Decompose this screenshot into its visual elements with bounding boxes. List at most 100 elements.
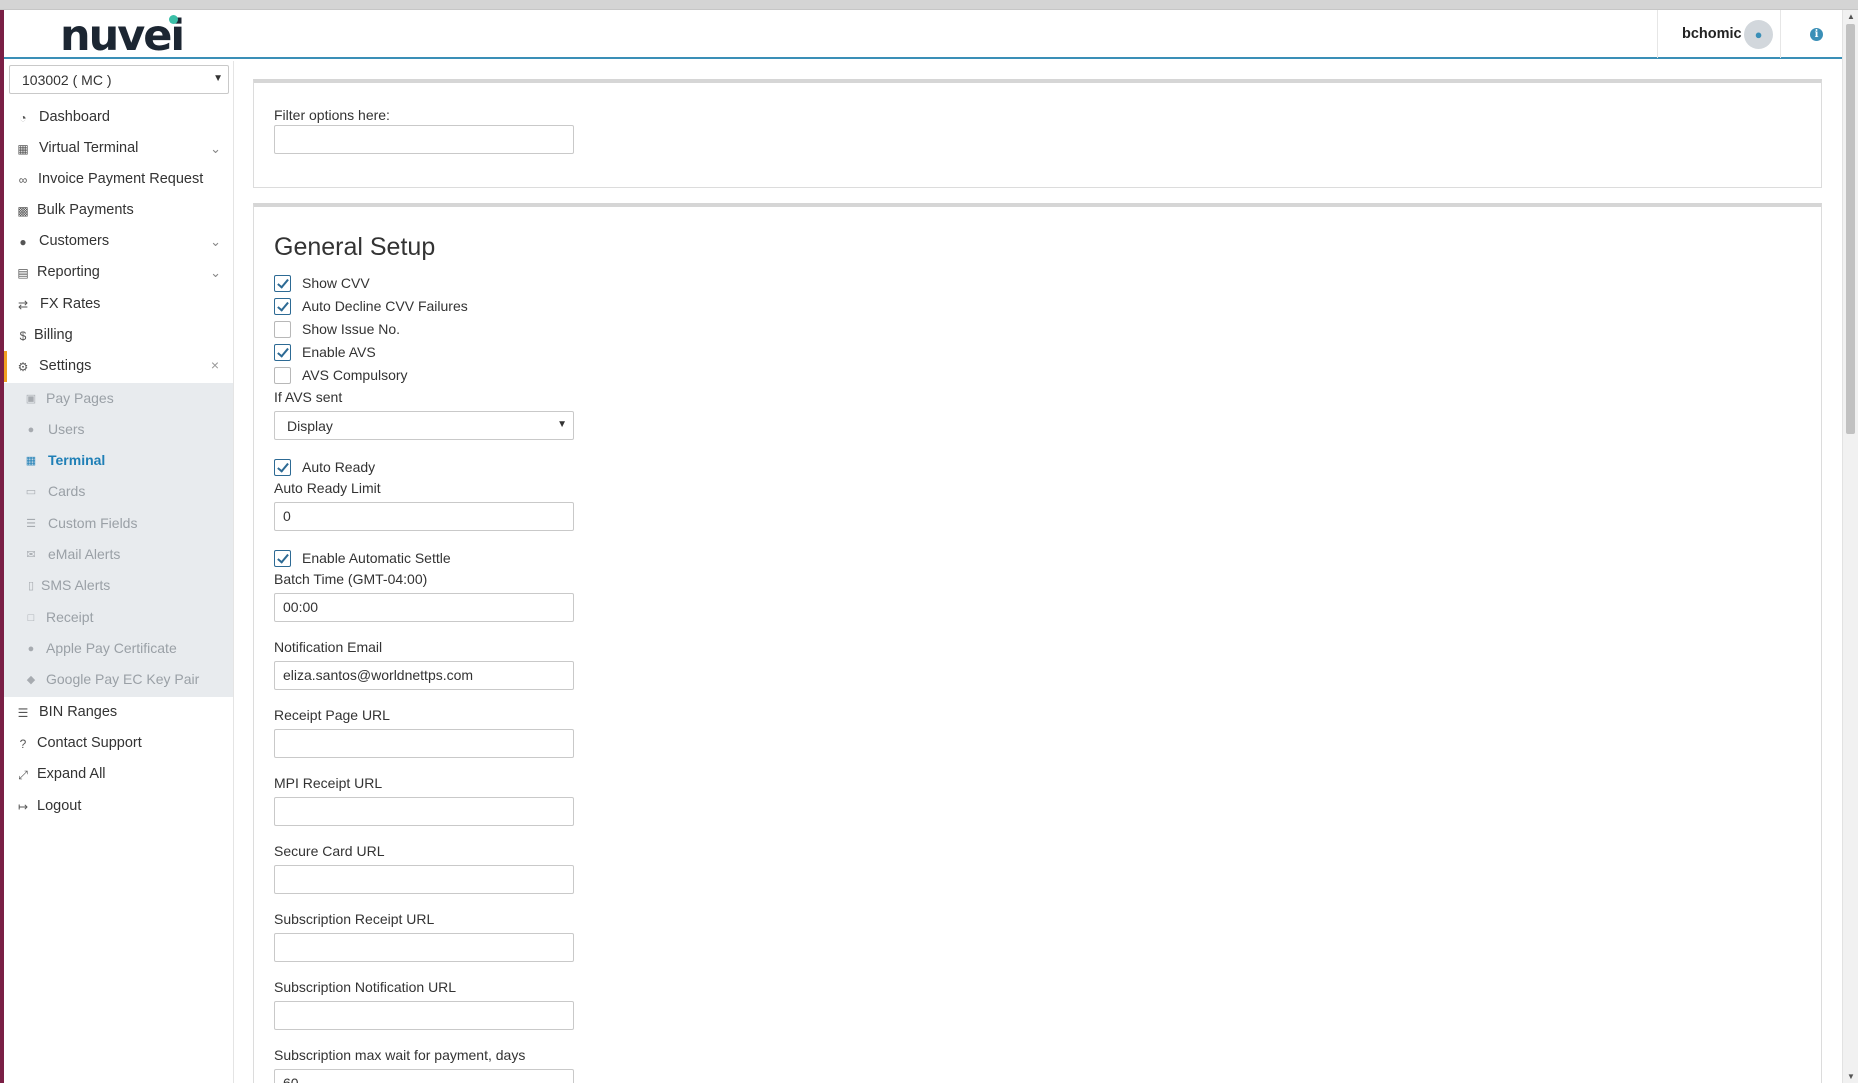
sidebar-item-dashboard[interactable]: ◔ Dashboard [4, 102, 233, 133]
sidebar-subitem-users[interactable]: ● Users [4, 414, 233, 445]
close-icon[interactable]: × [211, 357, 219, 373]
auto-ready-limit-input[interactable]: 0 [274, 502, 574, 531]
sidebar-item-label: Expand All [37, 766, 106, 782]
report-icon: ▤ [17, 266, 29, 280]
username: bchomic [1682, 26, 1742, 42]
show-issue-no-checkbox[interactable] [274, 321, 291, 338]
sidebar-subitem-pay-pages[interactable]: ▣ Pay Pages [4, 383, 233, 414]
envelope-icon: ✉ [26, 549, 36, 561]
sidebar-subitem-label: Terminal [48, 452, 106, 468]
scroll-up-arrow-icon[interactable]: ▲ [1847, 12, 1855, 21]
notification-email-label: Notification Email [274, 639, 383, 655]
notification-email-input[interactable]: eliza.santos@worldnettps.com [274, 661, 574, 690]
sidebar-item-label: Bulk Payments [37, 202, 134, 218]
logout-icon: ↦ [17, 800, 29, 814]
sidebar-item-bulk-payments[interactable]: ▩ Bulk Payments [4, 195, 233, 226]
sidebar-subitem-label: Apple Pay Certificate [46, 640, 177, 656]
question-icon: ? [19, 737, 27, 751]
sidebar-item-customers[interactable]: ● Customers ⌄ [4, 226, 233, 257]
sidebar-subitem-sms-alerts[interactable]: ▯ SMS Alerts [4, 570, 233, 601]
dollar-icon: $ [19, 329, 27, 343]
subscription-receipt-url-input[interactable] [274, 933, 574, 962]
sidebar-subitem-google-pay-ec-key-pair[interactable]: ◆ Google Pay EC Key Pair [4, 664, 233, 695]
sidebar-item-label: Virtual Terminal [39, 140, 139, 156]
sidebar-item-label: Settings [39, 358, 92, 374]
mpi-receipt-url-input[interactable] [274, 797, 574, 826]
sidebar-subitem-label: Pay Pages [46, 390, 114, 406]
caret-down-icon: ▼ [213, 73, 223, 84]
auto-ready-limit-label: Auto Ready Limit [274, 480, 381, 496]
sidebar-item-invoice-payment-request[interactable]: ∞ Invoice Payment Request [4, 164, 233, 195]
sidebar-item-bin-ranges[interactable]: ☰ BIN Ranges [4, 697, 233, 728]
sidebar-subitem-label: SMS Alerts [41, 577, 111, 593]
sidebar-item-billing[interactable]: $ Billing [4, 320, 233, 351]
show-cvv-checkbox[interactable] [274, 275, 291, 292]
expand-icon: ⤢ [18, 768, 28, 782]
merchant-select[interactable]: 103002 ( MC ) ▼ [9, 65, 229, 94]
subscription-notification-url-input[interactable] [274, 1001, 574, 1030]
if-avs-sent-select[interactable]: Display ▼ [274, 411, 574, 440]
if-avs-sent-label: If AVS sent [274, 389, 343, 405]
sidebar-subitem-terminal[interactable]: ▦ Terminal [4, 445, 233, 476]
info-icon[interactable]: i [1810, 28, 1823, 41]
subscription-max-wait-label: Subscription max wait for payment, days [274, 1047, 526, 1063]
auto-decline-cvv-checkbox[interactable] [274, 298, 291, 315]
card-icon: ▭ [25, 486, 37, 498]
sidebar-item-label: Billing [34, 327, 73, 343]
mpi-receipt-url-label: MPI Receipt URL [274, 775, 383, 791]
file-icon: ▩ [17, 204, 29, 218]
sidebar-subitem-custom-fields[interactable]: ☰ Custom Fields [4, 508, 233, 539]
sidebar-item-settings[interactable]: ⚙ Settings × [4, 351, 233, 382]
sidebar-item-label: Reporting [37, 264, 100, 280]
android-icon: ◆ [26, 674, 36, 686]
receipt-page-url-input[interactable] [274, 729, 574, 758]
calculator-icon: ▦ [17, 142, 29, 156]
sidebar-item-expand-all[interactable]: ⤢ Expand All [4, 759, 233, 790]
sidebar-subitem-apple-pay-certificate[interactable]: ● Apple Pay Certificate [4, 633, 233, 664]
sidebar-subitem-receipt[interactable]: □ Receipt [4, 602, 233, 633]
filter-label: Filter options here: [274, 107, 390, 123]
list-icon: ☰ [26, 518, 36, 530]
user-icon: ● [1754, 27, 1763, 42]
page-icon: ▣ [25, 393, 37, 405]
settings-submenu: ▣ Pay Pages ● Users ▦ Terminal ▭ Cards ☰… [4, 383, 233, 697]
vertical-scrollbar[interactable]: ▲ ▼ [1842, 10, 1858, 1083]
receipt-icon: □ [27, 612, 35, 624]
exchange-icon: ⇄ [17, 298, 29, 312]
sidebar-item-label: Customers [39, 233, 110, 249]
batch-time-input[interactable]: 00:00 [274, 593, 574, 622]
user-menu[interactable]: bchomic ● [1657, 10, 1781, 58]
browser-top-strip [0, 0, 1858, 10]
sidebar-subitem-email-alerts[interactable]: ✉ eMail Alerts [4, 539, 233, 570]
enable-avs-checkbox[interactable] [274, 344, 291, 361]
nuvei-logo[interactable]: nuvei [60, 11, 190, 61]
auto-ready-checkbox[interactable] [274, 459, 291, 476]
sidebar-item-fx-rates[interactable]: ⇄ FX Rates [4, 289, 233, 320]
subscription-max-wait-input[interactable]: 60 [274, 1069, 574, 1083]
checkbox-label: Show CVV [302, 275, 370, 291]
sidebar: 103002 ( MC ) ▼ ◔ Dashboard ▦ Virtual Te… [4, 61, 234, 1083]
users-icon: ● [19, 235, 27, 249]
checkbox-label: Auto Ready [302, 459, 376, 475]
auto-settle-checkbox[interactable] [274, 550, 291, 567]
sidebar-item-label: BIN Ranges [39, 704, 118, 720]
filter-input[interactable] [274, 125, 574, 154]
sidebar-subitem-label: Users [48, 421, 85, 437]
sidebar-item-label: Invoice Payment Request [38, 171, 204, 187]
logo-text: nuvei [60, 11, 185, 61]
sidebar-item-logout[interactable]: ↦ Logout [4, 791, 233, 822]
sidebar-item-virtual-terminal[interactable]: ▦ Virtual Terminal ⌄ [4, 133, 233, 164]
sidebar-item-contact-support[interactable]: ? Contact Support [4, 728, 233, 759]
list-icon: ☰ [17, 706, 29, 720]
scroll-thumb[interactable] [1846, 24, 1855, 434]
avatar[interactable]: ● [1744, 20, 1773, 49]
sidebar-subitem-label: Google Pay EC Key Pair [46, 671, 200, 687]
secure-card-url-input[interactable] [274, 865, 574, 894]
general-setup-panel: General Setup Show CVV Auto Decline CVV … [253, 203, 1822, 1083]
avs-compulsory-checkbox[interactable] [274, 367, 291, 384]
sidebar-item-reporting[interactable]: ▤ Reporting ⌄ [4, 257, 233, 288]
scroll-down-arrow-icon[interactable]: ▼ [1847, 1072, 1855, 1081]
link-icon: ∞ [18, 173, 28, 187]
sidebar-subitem-cards[interactable]: ▭ Cards [4, 476, 233, 507]
checkbox-label: Enable AVS [302, 344, 376, 360]
